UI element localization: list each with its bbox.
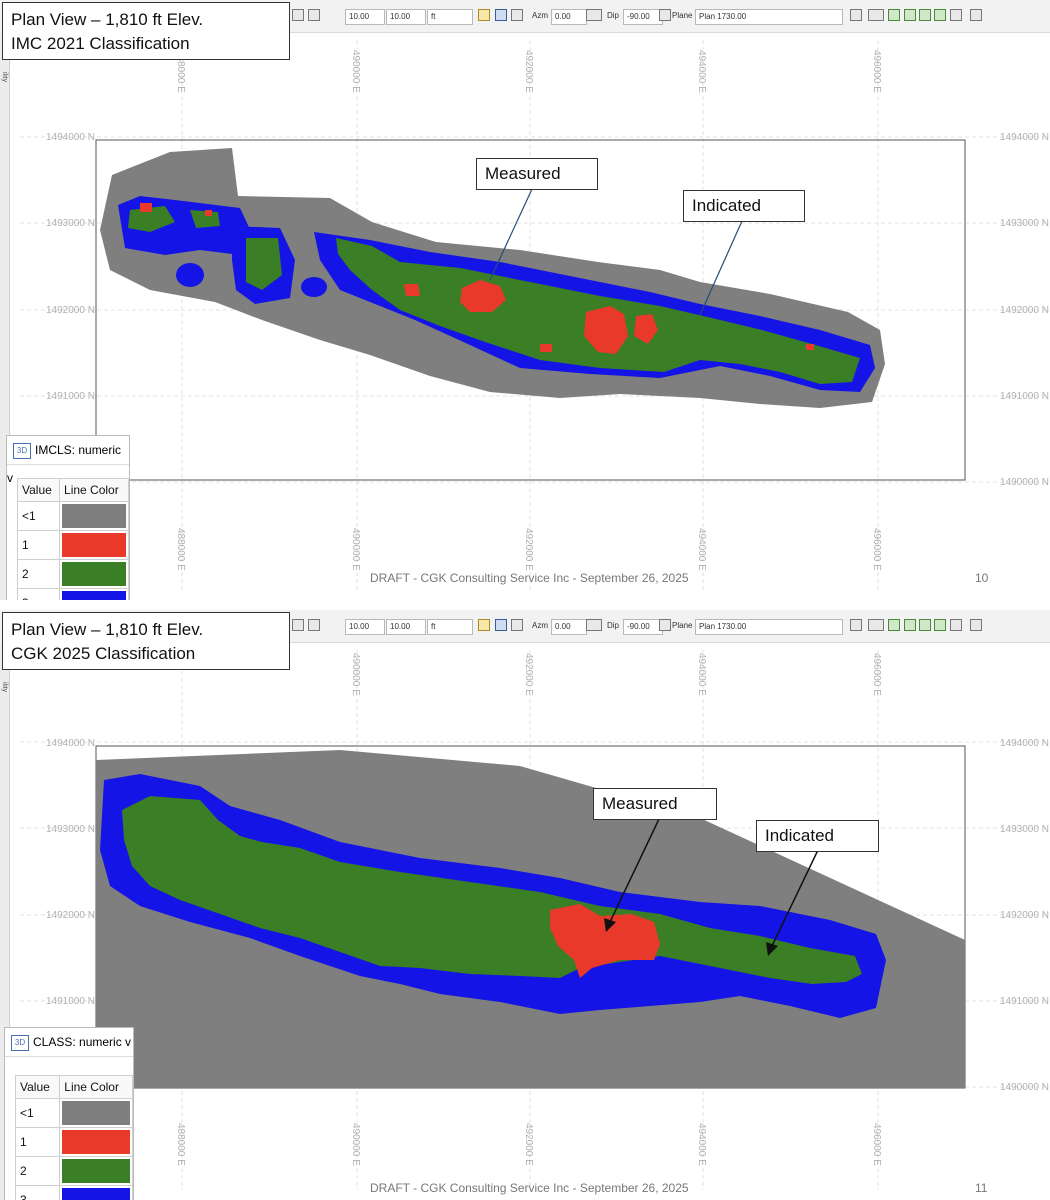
callout-indicated: Indicated [756,820,879,852]
x-tick-bottom: 490000 E [350,1123,361,1166]
color-swatch[interactable] [62,504,126,528]
x-tick-bottom: 494000 E [696,528,707,571]
page-number: 10 [975,571,989,585]
panel-title-line2: IMC 2021 Classification [11,34,190,53]
y-tick-right: 1494000 N [1000,132,1049,143]
x-tick-top: 494000 E [696,653,707,696]
legend-panel: 3D CLASS: numeric v Value Line Color <1 1 … [4,1027,134,1200]
legend-value: 1 [16,530,61,560]
x-tick-bottom: 490000 E [350,528,361,571]
legend-col-value: Value [16,478,61,502]
legend-table: ValueLine Color <1 1 2 3 [14,1075,133,1200]
color-swatch[interactable] [62,1159,130,1183]
callout-measured: Measured [476,158,598,190]
legend-value: <1 [14,1098,61,1128]
legend-col-color: Line Color [59,1075,133,1099]
y-tick-left: 1492000 N [46,305,95,316]
legend-row[interactable]: 2 [14,1156,133,1186]
x-tick-bottom: 488000 E [175,1123,186,1166]
x-tick-bottom: 492000 E [523,1123,534,1166]
y-tick-left: 1492000 N [46,910,95,921]
y-tick-right: 1490000 N [1000,477,1049,488]
x-tick-top: 490000 E [350,653,361,696]
3d-icon: 3D [13,442,31,459]
legend-row[interactable]: <1 [16,501,129,531]
legend-title: CLASS: numeric v [33,1035,132,1049]
x-tick-bottom: 492000 E [523,528,534,571]
color-swatch[interactable] [62,1130,130,1154]
panel-title: Plan View – 1,810 ft Elev. CGK 2025 Clas… [2,612,290,670]
y-tick-right: 1493000 N [1000,824,1049,835]
y-tick-right: 1492000 N [1000,910,1049,921]
panel-title-line1: Plan View – 1,810 ft Elev. [11,10,204,29]
y-tick-left: 1491000 N [46,996,95,1007]
x-tick-top: 496000 E [871,653,882,696]
x-tick-bottom: 494000 E [696,1123,707,1166]
x-tick-top: 490000 E [350,50,361,93]
callout-measured: Measured [593,788,717,820]
y-tick-right: 1492000 N [1000,305,1049,316]
legend-value: <1 [16,501,61,531]
legend-row[interactable]: 1 [14,1127,133,1157]
y-tick-right: 1494000 N [1000,738,1049,749]
legend-row[interactable]: 3 [14,1185,133,1200]
y-tick-left: 1493000 N [46,218,95,229]
page-number: 11 [975,1181,988,1195]
legend-value: 3 [14,1185,61,1200]
legend-header: 3D IMCLS: numeric v [7,436,129,485]
legend-row[interactable]: <1 [14,1098,133,1128]
legend-row[interactable]: 2 [16,559,129,589]
plan-view-panel-cgk-2025: 10.00 10.00 ft Azm 0.00 Dip -90.00 Plane… [0,610,1050,1200]
x-tick-bottom: 496000 E [871,1123,882,1166]
legend-header: 3D CLASS: numeric v [5,1028,133,1057]
legend-table: ValueLine Color <1 1 2 3 [16,478,129,600]
color-swatch[interactable] [62,591,126,600]
x-tick-top: 496000 E [871,50,882,93]
color-swatch[interactable] [62,1101,130,1125]
3d-icon: 3D [11,1034,29,1051]
y-tick-left: 1493000 N [46,824,95,835]
legend-row[interactable]: 3 [16,588,129,600]
legend-value: 1 [14,1127,61,1157]
footer-text: DRAFT - CGK Consulting Service Inc - Sep… [370,571,689,585]
x-tick-bottom: 488000 E [175,528,186,571]
y-tick-left: 1491000 N [46,391,95,402]
color-swatch[interactable] [62,1188,130,1200]
x-tick-top: 494000 E [696,50,707,93]
color-swatch[interactable] [62,562,126,586]
color-swatch[interactable] [62,533,126,557]
y-tick-right: 1493000 N [1000,218,1049,229]
legend-col-color: Line Color [59,478,129,502]
panel-title: Plan View – 1,810 ft Elev. IMC 2021 Clas… [2,2,290,60]
legend-col-value: Value [14,1075,61,1099]
footer-text: DRAFT - CGK Consulting Service Inc - Sep… [370,1181,689,1195]
x-tick-top: 492000 E [523,50,534,93]
plan-map: 488000 E 490000 E 492000 E 494000 E 4960… [20,40,1049,590]
y-tick-left: 1494000 N [46,738,95,749]
panel-title-line2: CGK 2025 Classification [11,644,196,663]
x-tick-top: 492000 E [523,653,534,696]
plan-map: 490000 E 492000 E 494000 E 496000 E 4880… [20,650,1049,1190]
legend-value: 2 [16,559,61,589]
y-tick-right: 1491000 N [1000,391,1049,402]
legend-value: 2 [14,1156,61,1186]
panel-title-line1: Plan View – 1,810 ft Elev. [11,620,204,639]
legend-value: 3 [16,588,61,600]
x-tick-bottom: 496000 E [871,528,882,571]
y-tick-right: 1491000 N [1000,996,1049,1007]
plan-view-panel-imc-2021: 10.00 10.00 ft Azm 0.00 Dip -90.00 Plane… [0,0,1050,600]
callout-indicated: Indicated [683,190,805,222]
legend-row[interactable]: 1 [16,530,129,560]
y-tick-left: 1494000 N [46,132,95,143]
y-tick-right: 1490000 N [1000,1082,1049,1093]
legend-panel: 3D IMCLS: numeric v Value Line Color <1 1 … [6,435,130,600]
